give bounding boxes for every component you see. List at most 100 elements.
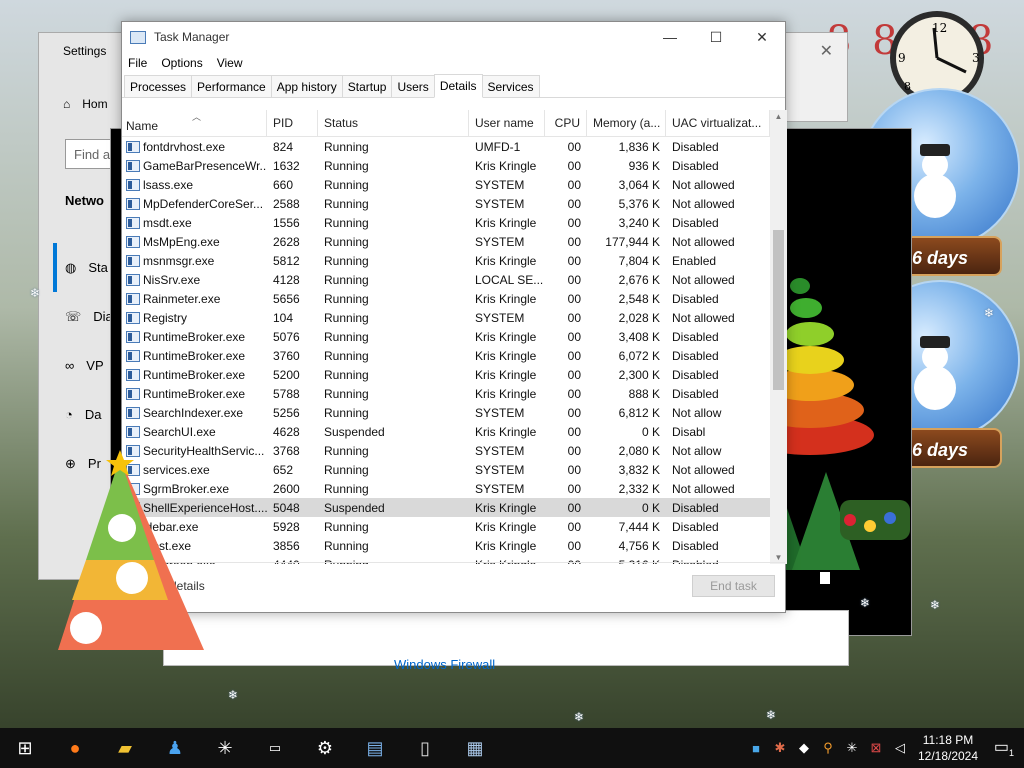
table-row[interactable]: NisSrv.exe 4128 Running LOCAL SE... 00 2,676 … [122,270,770,289]
task-manager-icon[interactable]: ▤ [350,728,400,768]
msn-messenger-icon[interactable]: ♟ [150,728,200,768]
snowman-icon [914,336,958,416]
end-task-button[interactable]: End task [692,575,775,597]
tab-app-history[interactable]: App history [270,75,343,97]
cell-memory: 3,408 K [618,329,660,344]
table-row[interactable]: SecurityHealthServic... 3768 Running SYSTEM… [122,441,770,460]
task-manager-icon [130,30,146,44]
cell-name: RuntimeBroker.exe [122,387,267,401]
cell-memory: 5,376 K [618,196,660,211]
notepad-icon[interactable]: ▯ [400,728,450,768]
tab-startup[interactable]: Startup [341,75,393,97]
process-name: RuntimeBroker.exe [143,348,246,363]
tray-search-icon[interactable]: ⚲ [816,740,840,756]
scrollbar-thumb[interactable] [773,230,784,390]
home-label: Hom [82,97,108,111]
column-header-cpu[interactable]: CPU [545,110,587,136]
command-prompt-icon[interactable]: ▭ [250,728,300,768]
tray-volume-muted-icon[interactable]: ◁ [888,740,912,756]
table-row[interactable]: Rainmeter.exe 5656 Running Kris Kringle 00 2,… [122,289,770,308]
cell-uac-virtualization: Not allowed [672,196,735,211]
table-row[interactable]: SearchUI.exe 4628 Suspended Kris Kringle 00 0… [122,422,770,441]
column-header-pid[interactable]: PID [267,110,318,136]
scroll-down-icon[interactable]: ▼ [770,553,787,562]
tray-square-icon[interactable]: ■ [744,741,768,756]
tray-network-error-icon[interactable]: ⊠ [864,740,888,756]
cell-user-name: Kris Kringle [475,424,537,439]
column-header-memory[interactable]: Memory (a... [587,110,666,136]
column-header-status[interactable]: Status [318,110,469,136]
tab-users[interactable]: Users [391,75,435,97]
cell-name: msnmsgr.exe [122,254,267,268]
table-row[interactable]: MpDefenderCoreSer... 2588 Running SYSTEM 00 5… [122,194,770,213]
cell-cpu: 00 [567,291,581,306]
notification-center-icon[interactable]: ▭1 [984,737,1024,758]
cell-cpu: 00 [567,519,581,534]
snowflake-app-icon[interactable]: ✳ [200,728,250,768]
tab-services[interactable]: Services [481,75,540,97]
minimize-button[interactable]: — [647,22,693,52]
table-row[interactable]: RuntimeBroker.exe 5076 Running Kris Kringle… [122,327,770,346]
start-windows-icon[interactable]: ⊞ [0,728,50,768]
file-explorer-icon[interactable]: ▰ [100,728,150,768]
cell-memory: 2,548 K [618,291,660,306]
process-name: MsMpEng.exe [143,234,220,249]
table-row[interactable]: MsMpEng.exe 2628 Running SYSTEM 00 177,944 K N… [122,232,770,251]
cell-name: fontdrvhost.exe [122,140,267,154]
task-manager-titlebar[interactable]: Task Manager — ☐ ✕ [122,22,785,52]
cell-pid: 5928 [273,519,300,534]
process-name: msdt.exe [143,215,192,230]
table-row[interactable]: lsass.exe 660 Running SYSTEM 00 3,064 K Not al… [122,175,770,194]
vertical-scrollbar[interactable]: ▲ ▼ [770,110,787,564]
cell-memory: 3,832 K [618,462,660,477]
tray-drop-icon[interactable]: ◆ [792,740,816,756]
menu-options[interactable]: Options [161,56,202,70]
control-panel-icon[interactable]: ▦ [450,728,500,768]
cell-cpu: 00 [567,386,581,401]
table-row[interactable]: SgrmBroker.exe 2600 Running SYSTEM 00 2,332 K… [122,479,770,498]
maximize-button[interactable]: ☐ [693,22,739,52]
table-row[interactable]: msnmsgr.exe 5812 Running Kris Kringle 00 7,80… [122,251,770,270]
cell-name: lsass.exe [122,178,267,192]
windows-firewall-link[interactable]: Windows Firewall [394,657,495,672]
menu-view[interactable]: View [217,56,243,70]
cell-user-name: Kris Kringle [475,500,537,515]
table-row[interactable]: idebar.exe 5928 Running Kris Kringle 00 7,444… [122,517,770,536]
table-row[interactable]: RuntimeBroker.exe 5788 Running Kris Kringle… [122,384,770,403]
table-row[interactable]: ShellExperienceHost.... 5048 Suspended Kris… [122,498,770,517]
cell-memory: 888 K [628,386,660,401]
scroll-up-icon[interactable]: ▲ [770,112,787,121]
taskbar-clock[interactable]: 11:18 PM 12/18/2024 [912,732,984,764]
close-button[interactable]: ✕ [739,22,785,52]
firefox-icon[interactable]: ● [50,728,100,768]
table-row[interactable]: RuntimeBroker.exe 3760 Running Kris Kringle… [122,346,770,365]
table-row[interactable]: SearchIndexer.exe 5256 Running SYSTEM 00 6,81… [122,403,770,422]
table-row[interactable]: Registry 104 Running SYSTEM 00 2,028 K Not all… [122,308,770,327]
column-header-name[interactable]: Name [122,110,267,136]
cell-status: Running [324,462,369,477]
candy-pyramid-ornament-icon [58,450,204,650]
vpn-icon: ∞ [65,358,75,373]
table-row[interactable]: msdt.exe 1556 Running Kris Kringle 00 3,240 K… [122,213,770,232]
tab-processes[interactable]: Processes [124,75,193,97]
cell-memory: 2,676 K [618,272,660,287]
cell-status: Running [324,177,369,192]
table-row[interactable]: services.exe 652 Running SYSTEM 00 3,832 K Not… [122,460,770,479]
column-header-user-name[interactable]: User name [469,110,545,136]
tray-snowflake-icon[interactable]: ✳ [840,740,864,756]
settings-home-link[interactable]: ⌂ Hom [63,97,108,111]
table-row[interactable]: fontdrvhost.exe 824 Running UMFD-1 00 1,836 K… [122,137,770,156]
table-row[interactable]: GameBarPresenceWr... 1632 Running Kris Krin… [122,156,770,175]
table-row[interactable]: ihost.exe 3856 Running Kris Kringle 00 4,756 … [122,536,770,555]
tray-network-icon[interactable]: ✱ [768,740,792,756]
cell-status: Running [324,443,369,458]
table-row[interactable]: RuntimeBroker.exe 5200 Running Kris Kringle… [122,365,770,384]
tab-details[interactable]: Details [433,74,483,98]
cell-cpu: 00 [567,253,581,268]
menu-file[interactable]: File [128,56,147,70]
close-icon[interactable]: ✕ [820,41,833,61]
tab-performance[interactable]: Performance [191,75,272,97]
settings-gear-icon[interactable]: ⚙ [300,728,350,768]
cell-pid: 1556 [273,215,300,230]
column-header-uac-virtualization[interactable]: UAC virtualizat... [666,110,770,136]
